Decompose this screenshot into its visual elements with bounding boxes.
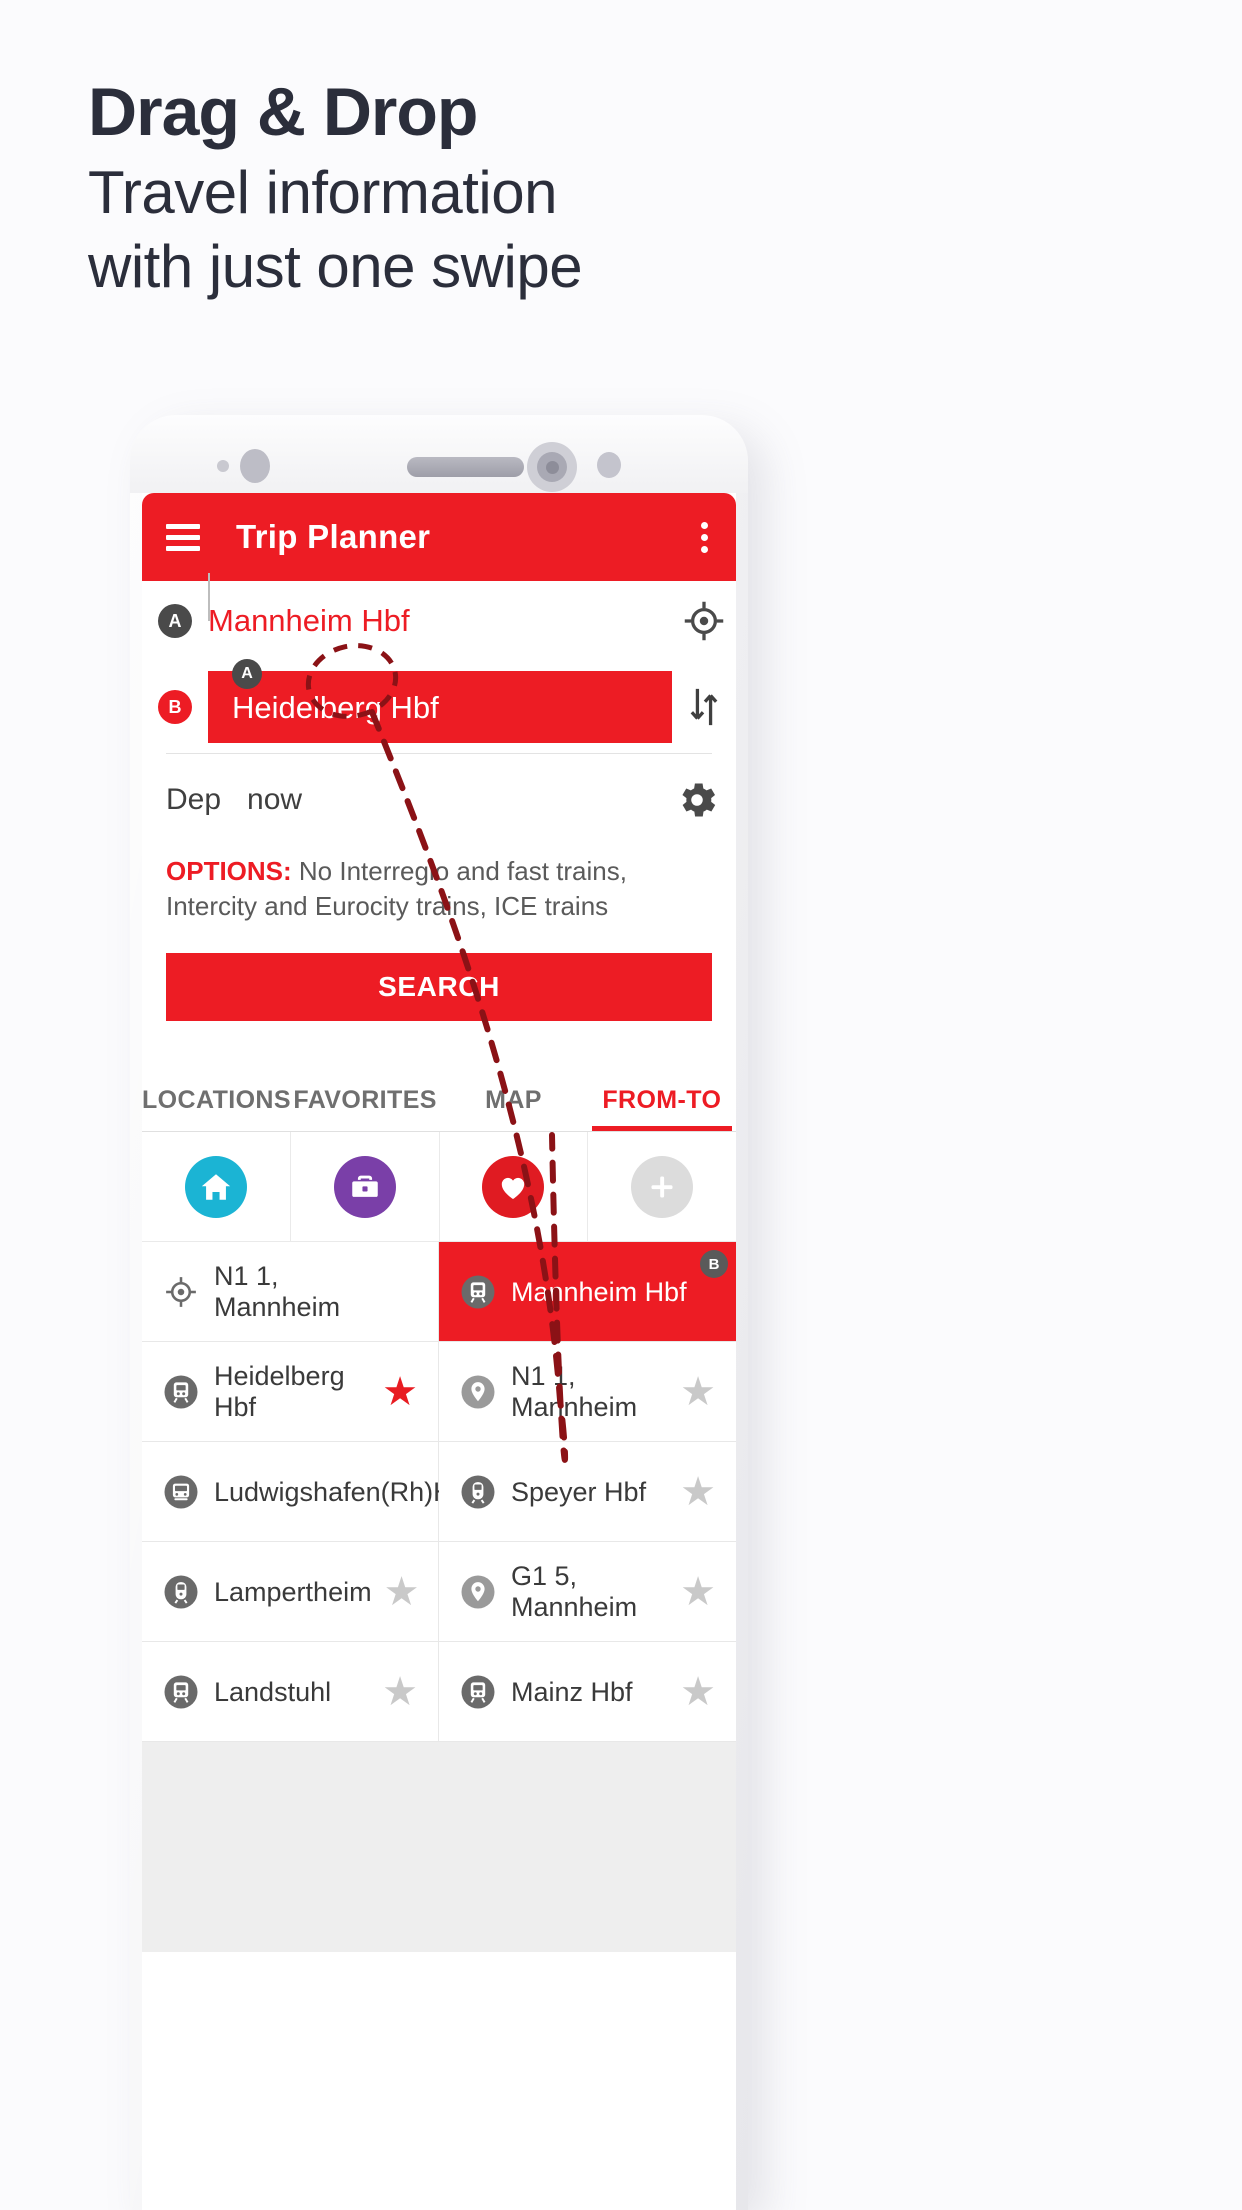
tab-map[interactable]: MAP (439, 1086, 587, 1131)
earpiece-speaker (407, 457, 524, 477)
quick-access-row (142, 1132, 736, 1243)
place-pin-icon (455, 1574, 501, 1610)
train-icon (158, 1374, 204, 1410)
list-item-label: G1 5, Mannheim (511, 1561, 638, 1622)
search-button[interactable]: SEARCH (166, 953, 712, 1022)
phone-mockup: Trip Planner A Mannheim Hbf B A Heidelbe… (130, 415, 748, 2210)
to-input-dragging[interactable]: A Heidelberg Hbf (208, 659, 672, 743)
departure-value[interactable]: now (247, 783, 302, 817)
list-item[interactable]: Heidelberg Hbf ★ (142, 1342, 438, 1443)
to-badge-wrap: B (142, 690, 208, 724)
list-item-label: N1 1, Mannheim (214, 1261, 341, 1322)
stations-lists: N1 1, Mannheim Heidelberg Hbf ★ Ludwigsh… (142, 1242, 736, 1743)
list-item[interactable]: Lampertheim ★ (142, 1542, 438, 1643)
heart-icon (482, 1155, 545, 1218)
kebab-menu-icon[interactable] (701, 521, 708, 553)
options-label: OPTIONS: (166, 856, 292, 886)
quick-access-work[interactable] (290, 1132, 440, 1243)
phone-top-bezel (130, 415, 748, 493)
page-title: Drag & Drop (88, 74, 478, 150)
list-item-label: Heidelberg Hbf (214, 1361, 345, 1422)
drop-target-badge: B (700, 1250, 728, 1279)
to-input-value: Heidelberg Hbf (232, 690, 439, 725)
list-empty-area (142, 1742, 736, 1953)
plus-icon (631, 1155, 694, 1218)
tab-locations[interactable]: LOCATIONS (142, 1086, 291, 1131)
subway-icon (455, 1474, 501, 1510)
sensor-led-icon (217, 460, 229, 472)
list-item-label: Lampertheim (214, 1576, 372, 1607)
subway-icon (158, 1574, 204, 1610)
list-item[interactable]: Speyer Hbf ★ (439, 1442, 736, 1543)
star-icon[interactable]: ★ (378, 1572, 426, 1612)
stations-list-left: N1 1, Mannheim Heidelberg Hbf ★ Ludwigsh… (142, 1242, 523, 1743)
list-item-label: Landstuhl (214, 1676, 332, 1707)
star-icon[interactable]: ★ (674, 1572, 722, 1612)
departure-label: Dep (166, 783, 222, 816)
quick-access-add[interactable] (588, 1132, 736, 1243)
home-icon (184, 1155, 247, 1218)
list-item[interactable]: N1 1, Mannheim ★ (439, 1342, 736, 1443)
list-item-label: Speyer Hbf (511, 1476, 647, 1507)
from-badge-wrap: A (142, 604, 208, 638)
train-icon (455, 1274, 501, 1310)
tram-icon (158, 1474, 204, 1510)
gear-icon[interactable] (658, 777, 736, 823)
drag-source-badge: A (232, 659, 262, 689)
my-location-icon[interactable] (672, 599, 736, 643)
quick-access-home[interactable] (142, 1132, 291, 1243)
list-item[interactable]: N1 1, Mannheim (142, 1242, 438, 1343)
proximity-sensor-icon (240, 449, 270, 483)
list-item[interactable]: Landstuhl ★ (142, 1642, 438, 1743)
list-item-label: Mainz Hbf (511, 1676, 633, 1707)
subtitle-line-2: with just one swipe (88, 232, 583, 300)
light-sensor-icon (597, 452, 621, 478)
headline-block: Drag & Drop Travel information with just… (88, 78, 988, 304)
app-bar: Trip Planner (142, 493, 736, 581)
subtitle-line-1: Travel information (88, 159, 557, 226)
my-location-icon (158, 1275, 204, 1309)
list-item-label: Mannheim Hbf (511, 1276, 687, 1307)
to-badge: B (158, 690, 192, 724)
list-item-selected[interactable]: Mannheim Hbf B (439, 1242, 736, 1343)
star-icon[interactable]: ★ (376, 1672, 424, 1712)
from-input[interactable]: Mannheim Hbf (208, 603, 672, 639)
tab-from-to[interactable]: FROM-TO (588, 1086, 736, 1132)
hamburger-icon[interactable] (166, 523, 200, 551)
quick-access-favorite[interactable] (439, 1132, 589, 1243)
briefcase-icon (333, 1155, 396, 1218)
trip-form: A Mannheim Hbf B A Heidelberg Hbf Dep no… (142, 573, 736, 1022)
app-bar-title: Trip Planner (236, 518, 431, 555)
front-camera-icon (527, 442, 577, 492)
tab-bar: LOCATIONS FAVORITES MAP FROM-TO (142, 1059, 736, 1132)
phone-screen: Trip Planner A Mannheim Hbf B A Heidelbe… (142, 493, 736, 2210)
list-item[interactable]: Mainz Hbf ★ (439, 1642, 736, 1743)
stations-list-right: Mannheim Hbf B N1 1, Mannheim ★ Speyer H… (439, 1242, 736, 1743)
to-row: B A Heidelberg Hbf (142, 659, 736, 753)
from-badge: A (158, 604, 192, 638)
train-icon (455, 1674, 501, 1710)
swap-vertical-icon[interactable] (672, 684, 736, 730)
list-item[interactable]: Ludwigshafen(Rh)Hbf ★ (142, 1442, 523, 1543)
options-text-block: OPTIONS: No Interregio and fast trains, … (142, 846, 736, 923)
departure-row[interactable]: Dep now (142, 754, 736, 846)
star-icon[interactable]: ★ (674, 1672, 722, 1712)
star-icon[interactable]: ★ (674, 1472, 722, 1512)
list-item-label: N1 1, Mannheim (511, 1361, 638, 1422)
train-icon (158, 1674, 204, 1710)
list-item[interactable]: G1 5, Mannheim ★ (439, 1542, 736, 1643)
star-icon[interactable]: ★ (674, 1372, 722, 1412)
tab-favorites[interactable]: FAVORITES (291, 1086, 439, 1131)
place-pin-icon (455, 1374, 501, 1410)
ab-connector-line (208, 573, 210, 621)
from-row: A Mannheim Hbf (142, 581, 736, 661)
star-icon[interactable]: ★ (376, 1372, 424, 1412)
